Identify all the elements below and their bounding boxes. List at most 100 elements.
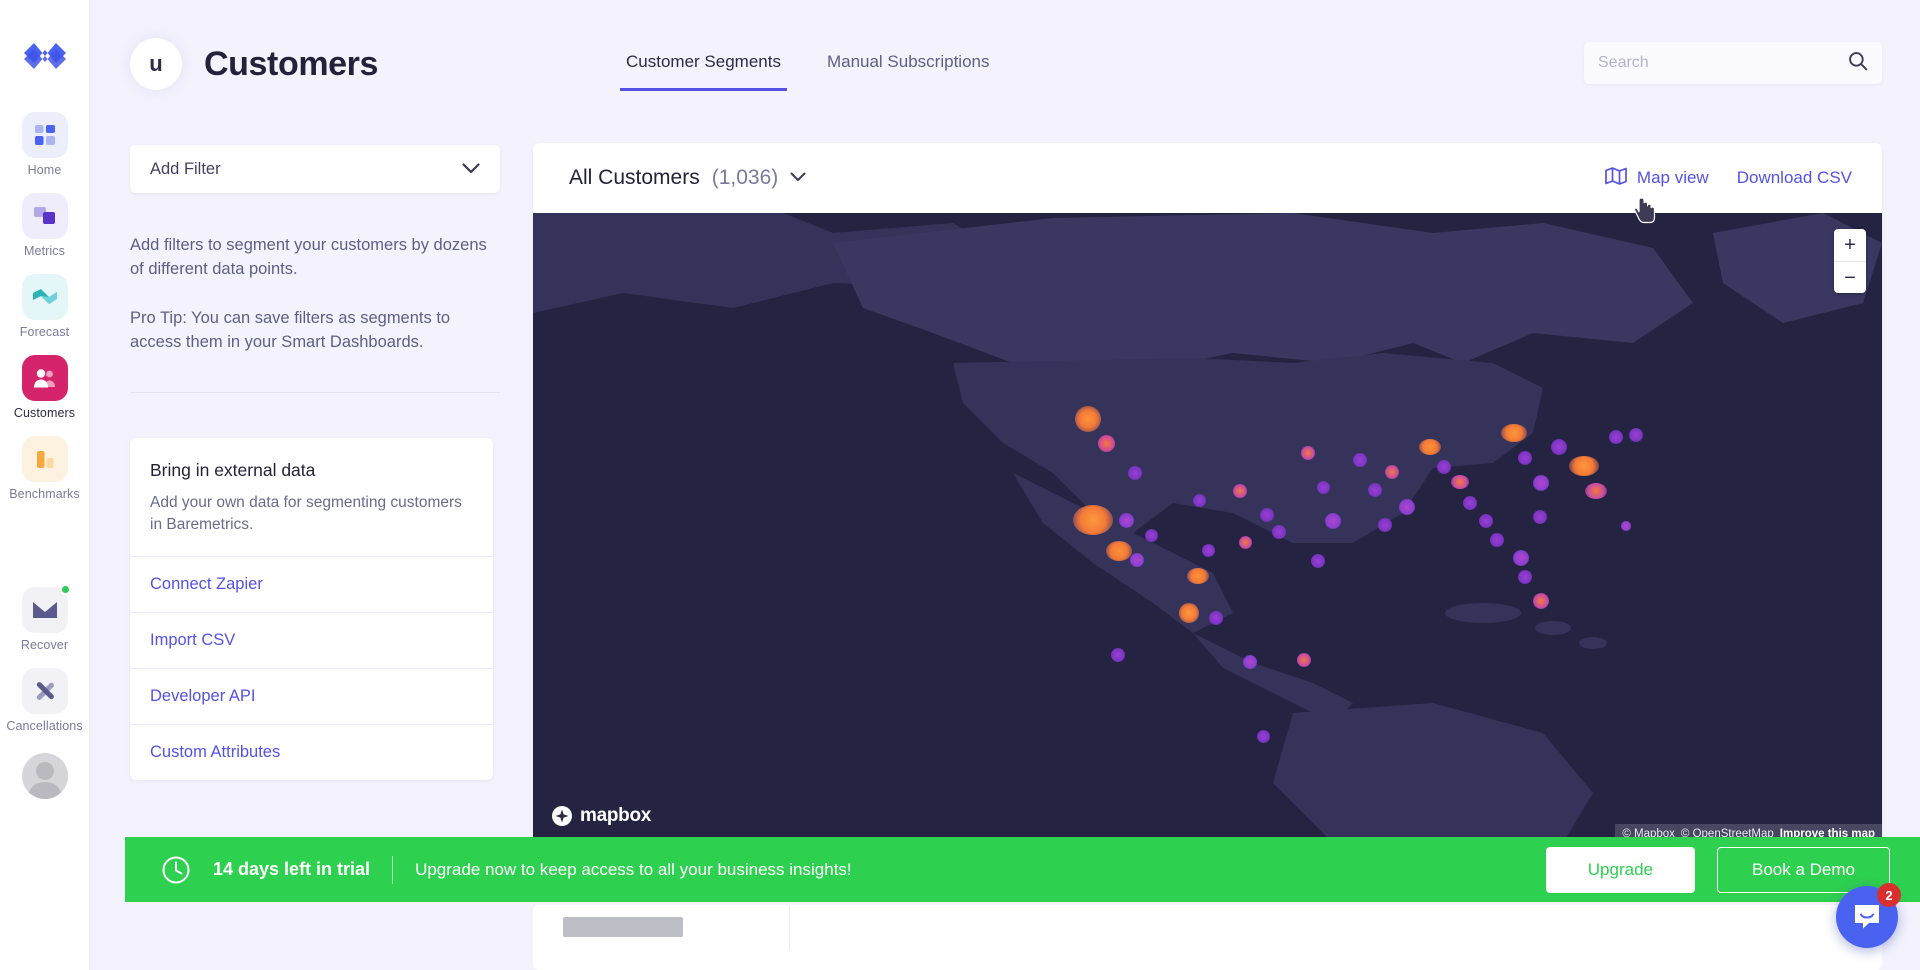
map-dot xyxy=(1518,570,1532,584)
download-csv-button[interactable]: Download CSV xyxy=(1737,168,1852,188)
upgrade-button[interactable]: Upgrade xyxy=(1545,846,1695,893)
sidebar-item-metrics[interactable]: Metrics xyxy=(0,193,89,258)
status-badge-dot xyxy=(59,584,71,595)
map-landmass xyxy=(533,213,1882,843)
map-dot xyxy=(1119,513,1134,528)
zoom-out-button[interactable]: − xyxy=(1834,261,1866,293)
map-dot xyxy=(1621,521,1631,531)
map-dot xyxy=(1260,508,1274,522)
map-dot xyxy=(1297,653,1311,667)
trial-actions: Upgrade Book a Demo xyxy=(1545,846,1890,893)
sidebar-item-cancellations[interactable]: Cancellations xyxy=(0,668,89,733)
clock-icon xyxy=(161,855,191,885)
map-dot xyxy=(1585,483,1607,499)
sidebar-item-recover[interactable]: Recover xyxy=(0,584,89,652)
map-dot xyxy=(1385,465,1399,479)
map-dot xyxy=(1239,536,1252,549)
link-custom-attributes[interactable]: Custom Attributes xyxy=(130,724,493,780)
envelope-icon xyxy=(21,584,71,633)
search-icon[interactable] xyxy=(1848,51,1868,76)
grid-icon xyxy=(21,112,68,158)
help-paragraph: Pro Tip: You can save filters as segment… xyxy=(130,309,451,351)
map-dot xyxy=(1243,655,1257,669)
sidebar-item-label: Cancellations xyxy=(6,719,83,733)
sidebar-item-home[interactable]: Home xyxy=(0,112,89,177)
external-data-header: Bring in external data Add your own data… xyxy=(130,438,493,556)
link-import-csv[interactable]: Import CSV xyxy=(130,612,493,668)
external-data-subtitle: Add your own data for segmenting custome… xyxy=(150,494,462,533)
sidebar-item-customers[interactable]: Customers xyxy=(0,355,89,420)
baremetrics-logo-icon[interactable] xyxy=(21,32,69,80)
zoom-in-button[interactable]: + xyxy=(1834,229,1866,261)
filter-help-text: Add filters to segment your customers by… xyxy=(130,233,500,354)
app-root: Home Metrics Forecast Customers Benchmar… xyxy=(0,0,1920,970)
trial-days-text: 14 days left in trial xyxy=(213,859,371,879)
filter-panel: Add Filter Add filters to segment your c… xyxy=(130,145,500,780)
trial-divider xyxy=(392,855,394,884)
map-view-button[interactable]: Map view xyxy=(1605,166,1709,190)
segment-selector[interactable]: All Customers (1,036) xyxy=(569,166,806,190)
map-dot xyxy=(1257,730,1270,743)
link-connect-zapier[interactable]: Connect Zapier xyxy=(130,556,493,612)
map-view-label: Map view xyxy=(1636,168,1709,187)
divider xyxy=(130,392,500,393)
content-peek-card xyxy=(533,905,1882,970)
chevron-down-icon xyxy=(462,160,480,179)
mouse-cursor-pointer xyxy=(1634,197,1656,224)
trial-message-group: 14 days left in trial Upgrade now to kee… xyxy=(161,855,1546,885)
trial-message: Upgrade now to keep access to all your b… xyxy=(415,859,852,879)
mapbox-label: mapbox xyxy=(580,805,652,826)
search-input[interactable] xyxy=(1598,54,1848,72)
customer-map[interactable]: + − mapbox © Mapbox © OpenStreetMap Impr… xyxy=(533,213,1882,843)
tab-manual-subscriptions[interactable]: Manual Subscriptions xyxy=(821,48,996,91)
peek-placeholder-bar xyxy=(563,917,683,937)
account-avatar[interactable]: u xyxy=(130,38,182,90)
map-dot xyxy=(1419,439,1441,455)
page-header: u Customers Customer Segments Manual Sub… xyxy=(90,0,1920,112)
map-dot xyxy=(1569,456,1599,476)
sidebar-item-benchmarks[interactable]: Benchmarks xyxy=(0,436,89,501)
chat-unread-badge: 2 xyxy=(1877,883,1901,907)
chat-launcher[interactable]: 2 xyxy=(1836,883,1901,948)
map-dot xyxy=(1378,518,1392,532)
tab-customer-segments[interactable]: Customer Segments xyxy=(620,48,787,91)
header-tabs: Customer Segments Manual Subscriptions xyxy=(620,48,995,91)
search-box[interactable] xyxy=(1584,42,1882,84)
map-dot xyxy=(1317,481,1330,494)
mapbox-logo[interactable]: mapbox xyxy=(551,805,651,827)
map-dot xyxy=(1209,611,1223,625)
sidebar-item-label: Recover xyxy=(20,638,69,652)
add-filter-label: Add Filter xyxy=(150,159,221,178)
link-developer-api[interactable]: Developer API xyxy=(130,668,493,724)
map-dot xyxy=(1111,648,1125,662)
map-dot xyxy=(1451,475,1469,489)
map-dot xyxy=(1518,451,1532,465)
map-dot xyxy=(1533,593,1549,609)
map-card: All Customers (1,036) Map view Download … xyxy=(533,143,1882,843)
sidebar-item-label: Home xyxy=(27,163,62,177)
sidebar-item-label: Customers xyxy=(13,406,76,420)
sidebar-nav-list: Home Metrics Forecast Customers Benchmar… xyxy=(0,112,89,799)
map-dot xyxy=(1202,544,1215,557)
x-cross-icon xyxy=(21,668,68,714)
chevron-down-icon xyxy=(790,169,806,187)
map-dot xyxy=(1193,494,1206,507)
bar-chart-icon xyxy=(21,436,68,482)
map-dot xyxy=(1301,446,1315,460)
avatar[interactable] xyxy=(21,753,68,799)
add-filter-dropdown[interactable]: Add Filter xyxy=(130,145,500,193)
map-dot xyxy=(1179,603,1199,623)
map-dot xyxy=(1272,525,1286,539)
map-dot xyxy=(1533,475,1549,491)
sidebar-item-label: Metrics xyxy=(24,244,65,258)
page-title: Customers xyxy=(204,44,379,83)
segment-count: (1,036) xyxy=(711,166,779,189)
map-dot xyxy=(1325,513,1341,529)
peek-divider xyxy=(789,905,790,950)
sidebar-item-forecast[interactable]: Forecast xyxy=(0,274,89,339)
map-dot xyxy=(1501,424,1527,442)
segment-name: All Customers xyxy=(569,166,700,189)
customers-icon xyxy=(21,355,68,401)
map-icon xyxy=(1605,166,1627,190)
map-dot xyxy=(1075,406,1101,432)
